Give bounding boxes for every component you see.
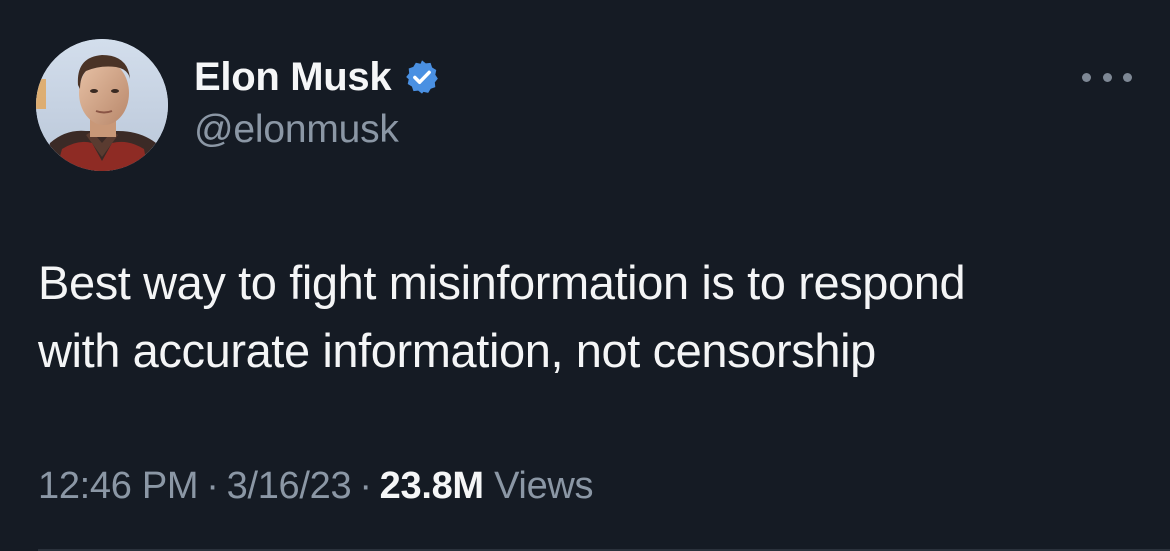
tweet-meta: 12:46 PM · 3/16/23 · 23.8M Views [38, 462, 594, 510]
tweet-text-line: Best way to fight misinformation is to r… [38, 256, 966, 309]
author-name-row[interactable]: Elon Musk [194, 52, 441, 102]
tweet-date[interactable]: 3/16/23 [227, 465, 352, 507]
author-display-name[interactable]: Elon Musk [194, 52, 392, 102]
views-label[interactable]: Views [494, 465, 593, 507]
meta-separator: · [359, 465, 372, 507]
avatar[interactable] [36, 39, 168, 171]
tweet-time[interactable]: 12:46 PM [38, 465, 199, 507]
avatar-portrait-image [36, 39, 168, 171]
verified-badge-icon [403, 58, 441, 96]
author-handle[interactable]: @elonmusk [194, 106, 399, 154]
meta-separator: · [206, 465, 219, 507]
more-dot-icon [1082, 72, 1091, 82]
views-count[interactable]: 23.8M [380, 465, 484, 507]
tweet-text-line: with accurate information, not censorshi… [38, 324, 876, 377]
more-dot-icon [1102, 72, 1112, 82]
tweet-card: Elon Musk @elonmusk Best way to fight mi… [0, 0, 1170, 551]
more-dot-icon [1123, 72, 1132, 82]
more-options-button[interactable] [1082, 62, 1132, 92]
tweet-text: Best way to fight misinformation is to r… [38, 249, 1138, 385]
